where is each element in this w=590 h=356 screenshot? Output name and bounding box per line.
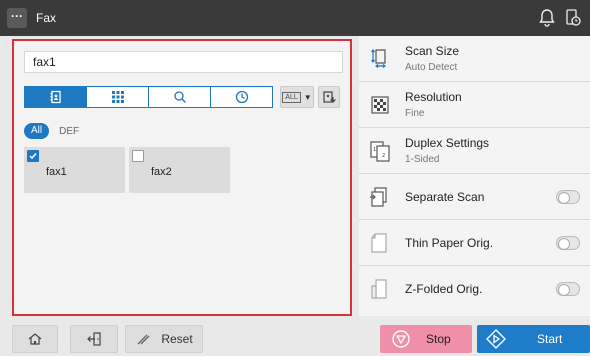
setting-title: Duplex Settings — [405, 136, 490, 150]
destination-tile[interactable]: fax1 — [24, 147, 125, 193]
setting-resolution[interactable]: Resolution Fine — [359, 82, 590, 128]
reset-icon — [137, 334, 150, 345]
z-folded-icon — [368, 277, 392, 301]
start-button[interactable]: Start — [477, 325, 590, 353]
checkbox[interactable] — [132, 150, 144, 162]
address-register-icon — [323, 91, 336, 103]
setting-scan-size[interactable]: Scan Size Auto Detect — [359, 36, 590, 82]
setting-value: Fine — [405, 108, 425, 119]
grid-icon — [111, 91, 124, 103]
destination-tile[interactable]: fax2 — [129, 147, 230, 193]
setting-title: Scan Size — [405, 44, 460, 58]
svg-text:1: 1 — [373, 147, 376, 153]
svg-text:2: 2 — [382, 153, 385, 159]
home-icon — [28, 333, 42, 345]
bottom-bar: Reset Stop Start — [0, 316, 590, 356]
search-icon — [173, 91, 186, 103]
destination-input[interactable]: fax1 — [24, 51, 343, 73]
scan-size-icon — [368, 47, 392, 71]
index-all-button[interactable]: All — [24, 123, 50, 139]
address-book-icon — [50, 90, 61, 104]
setting-title: Thin Paper Orig. — [405, 236, 494, 250]
logout-icon — [87, 332, 101, 346]
stop-button[interactable]: Stop — [380, 325, 472, 353]
group-tab[interactable] — [87, 87, 149, 107]
checkbox[interactable] — [27, 150, 39, 162]
reset-button[interactable]: Reset — [125, 325, 203, 353]
setting-value: 1-Sided — [405, 154, 440, 165]
setting-duplex[interactable]: 12 Duplex Settings 1-Sided — [359, 128, 590, 174]
stop-label: Stop — [426, 332, 451, 346]
checkmark-icon — [29, 153, 37, 160]
thin-paper-icon — [368, 231, 392, 255]
separate-scan-toggle[interactable] — [556, 190, 580, 204]
settings-panel: Scan Size Auto Detect Resolution Fine 12… — [359, 36, 590, 316]
start-icon — [486, 329, 506, 349]
address-book-tab[interactable] — [25, 87, 87, 107]
stop-icon — [392, 330, 410, 348]
index-sort-button[interactable]: ALL ▼ — [280, 86, 314, 108]
setting-title: Separate Scan — [405, 190, 485, 204]
home-button[interactable] — [12, 325, 58, 353]
duplex-icon: 12 — [368, 139, 392, 163]
index-row: All DEF — [24, 122, 79, 140]
z-folded-toggle[interactable] — [556, 282, 580, 296]
logout-button[interactable] — [70, 325, 118, 353]
search-tab[interactable] — [149, 87, 211, 107]
menu-button[interactable]: ··· — [7, 8, 27, 28]
destination-panel: fax1 ALL ▼ All DEF fax1 fax2 — [12, 39, 352, 316]
setting-z-folded[interactable]: Z-Folded Orig. — [359, 266, 590, 312]
start-label: Start — [537, 332, 563, 346]
setting-title: Z-Folded Orig. — [405, 282, 483, 296]
thin-paper-toggle[interactable] — [556, 236, 580, 250]
clock-icon — [235, 90, 248, 104]
destination-name: fax2 — [151, 166, 172, 178]
destination-name: fax1 — [46, 166, 67, 178]
setting-title: Resolution — [405, 90, 462, 104]
register-destination-button[interactable] — [318, 86, 340, 108]
bell-icon[interactable] — [535, 6, 559, 30]
caret-down-icon: ▼ — [303, 92, 312, 102]
reset-label: Reset — [161, 332, 193, 346]
setting-separate-scan[interactable]: Separate Scan — [359, 174, 590, 220]
separate-scan-icon — [368, 185, 392, 209]
sort-label: ALL — [282, 91, 301, 103]
history-tab[interactable] — [211, 87, 272, 107]
top-bar: ··· Fax — [0, 0, 590, 36]
setting-thin-paper[interactable]: Thin Paper Orig. — [359, 220, 590, 266]
setting-value: Auto Detect — [405, 62, 458, 73]
resolution-icon — [368, 93, 392, 117]
destination-tabs — [24, 86, 273, 108]
device-status-icon[interactable] — [561, 6, 585, 30]
app-title: Fax — [36, 11, 57, 25]
index-def-button[interactable]: DEF — [59, 126, 79, 137]
